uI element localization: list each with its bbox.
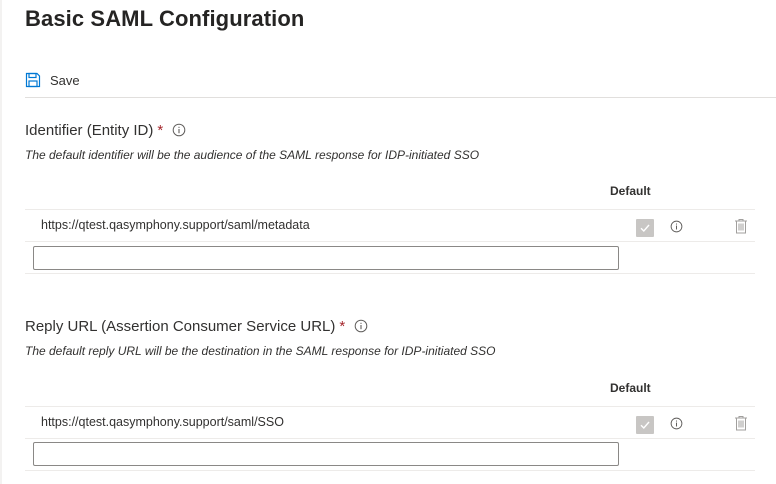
identifier-title: Identifier (Entity ID) [25,121,154,139]
page-title: Basic SAML Configuration [25,6,305,31]
row-divider [25,438,755,439]
info-icon[interactable] [354,319,368,333]
identifier-url: https://qtest.qasymphony.support/saml/me… [41,218,310,232]
info-icon[interactable] [670,417,683,430]
checkmark-icon [640,224,650,233]
required-asterisk: * [339,317,346,335]
reply-url-description: The default reply URL will be the destin… [25,344,496,358]
checkmark-icon [640,421,650,430]
row-divider [25,273,755,274]
save-button[interactable]: Save [25,67,80,93]
left-border [0,0,2,484]
default-checkbox[interactable] [636,219,654,237]
row-divider [25,241,755,242]
reply-url-title: Reply URL (Assertion Consumer Service UR… [25,317,336,335]
default-column-header: Default [610,184,651,198]
info-icon[interactable] [172,123,186,137]
default-checkbox[interactable] [636,416,654,434]
identifier-description: The default identifier will be the audie… [25,148,480,162]
delete-icon[interactable] [734,415,748,431]
reply-url-input[interactable] [33,442,619,466]
default-column-header: Default [610,381,651,395]
reply-url-section: Reply URL (Assertion Consumer Service UR… [25,316,776,360]
command-bar: Save [25,64,776,96]
save-icon [25,72,41,88]
row-divider [25,209,755,210]
toolbar-divider [25,97,776,98]
info-icon[interactable] [670,220,683,233]
identifier-input[interactable] [33,246,619,270]
delete-icon[interactable] [734,218,748,234]
save-label: Save [50,72,80,88]
identifier-section: Identifier (Entity ID) * The default ide… [25,120,776,164]
row-divider [25,406,755,407]
row-divider [25,470,755,471]
reply-url: https://qtest.qasymphony.support/saml/SS… [41,415,284,429]
required-asterisk: * [157,121,164,139]
